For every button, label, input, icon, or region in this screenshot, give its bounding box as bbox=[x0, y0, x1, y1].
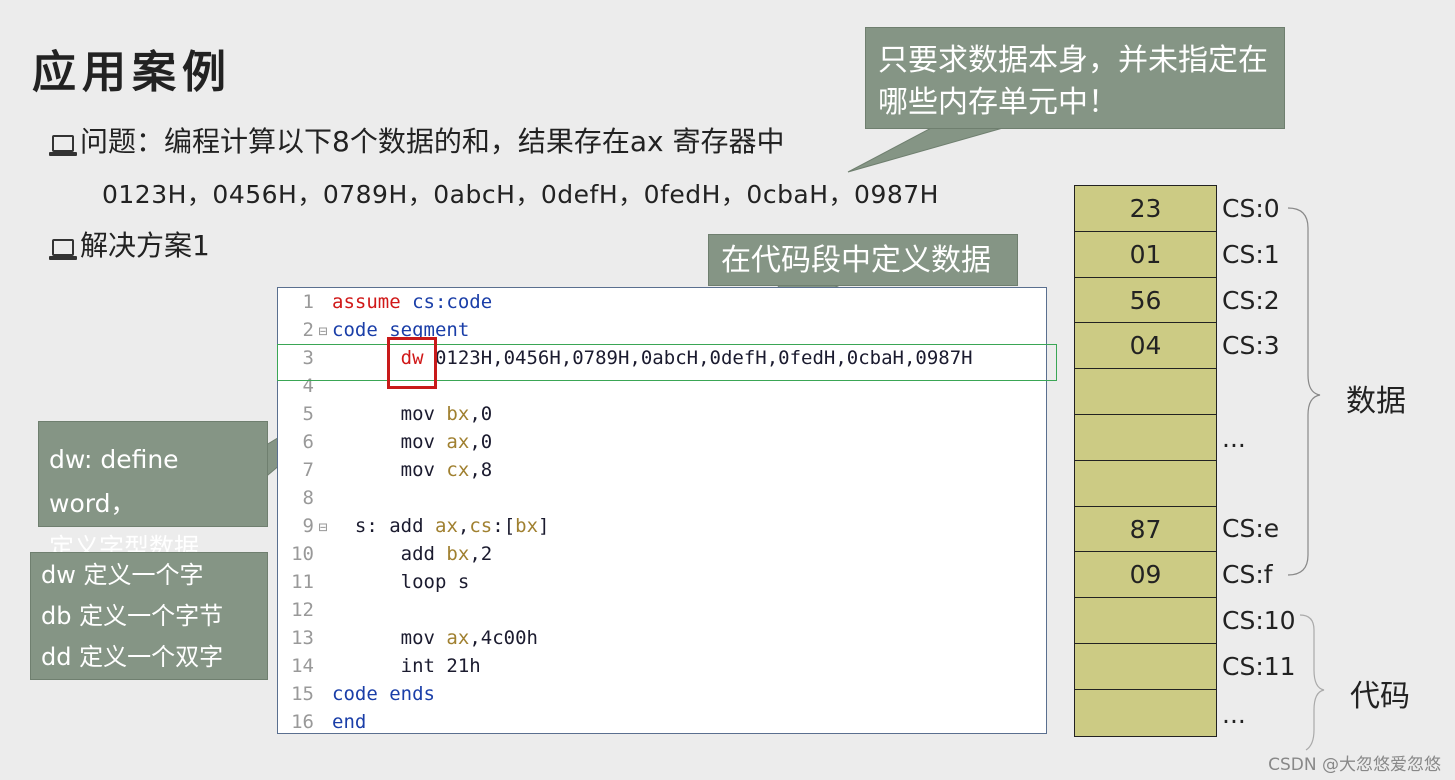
fold-toggle-icon[interactable]: ⊟ bbox=[314, 513, 332, 541]
callout-top-line1: 只要求数据本身，并未指定在 bbox=[878, 43, 1268, 78]
memory-address: CS:f bbox=[1222, 560, 1273, 589]
memory-address: CS:3 bbox=[1222, 331, 1280, 360]
memory-cell bbox=[1075, 414, 1216, 461]
code-line-11: 11 loop s bbox=[291, 571, 470, 593]
code-line-16: 16 end bbox=[291, 711, 367, 733]
callout-left-line1: dw: define word， bbox=[49, 445, 179, 518]
memory-address: CS:0 bbox=[1222, 194, 1280, 223]
code-line-1: 1 assume cs:code bbox=[302, 291, 493, 313]
memory-address: CS:1 bbox=[1222, 240, 1280, 269]
top-callout-pointer bbox=[847, 125, 1011, 173]
callout-top: 只要求数据本身，并未指定在 哪些内存单元中！ bbox=[865, 27, 1285, 129]
code-line-5: 5 mov bx,0 bbox=[302, 403, 493, 425]
def-dd: dd 定义一个双字 bbox=[41, 643, 224, 671]
code-line-9: 9 ⊟ s: add ax,cs:[bx] bbox=[278, 512, 1046, 540]
code-brace-icon bbox=[1299, 614, 1325, 751]
code-line-10: 10 add bx,2 bbox=[291, 543, 493, 565]
memory-cell: 56 bbox=[1075, 277, 1216, 324]
memory-cell: 01 bbox=[1075, 231, 1216, 278]
memory-cell bbox=[1075, 369, 1216, 415]
memory-address: ... bbox=[1222, 424, 1246, 453]
memory-address: CS:e bbox=[1222, 514, 1280, 543]
memory-cell bbox=[1075, 689, 1216, 736]
data-brace-icon bbox=[1287, 207, 1321, 576]
code-line-6: 6 mov ax,0 bbox=[302, 431, 493, 453]
callout-middle: 在代码段中定义数据 bbox=[708, 234, 1018, 286]
memory-cell: 04 bbox=[1075, 323, 1216, 370]
watermark: CSDN @大忽悠爱忽悠 bbox=[1268, 755, 1441, 775]
memory-cell: 23 bbox=[1075, 186, 1216, 232]
code-label: 代码 bbox=[1350, 679, 1410, 714]
code-line-13: 13 mov ax,4c00h bbox=[291, 627, 538, 649]
memory-table: 23 01 56 04 87 09 bbox=[1074, 185, 1217, 737]
memory-cell: 87 bbox=[1075, 506, 1216, 553]
def-dw: dw 定义一个字 bbox=[41, 561, 204, 589]
code-line-14: 14 int 21h bbox=[291, 655, 481, 677]
callout-definitions: dw 定义一个字 db 定义一个字节 dd 定义一个双字 bbox=[30, 552, 268, 680]
memory-cell: 09 bbox=[1075, 552, 1216, 599]
code-line-15: 15 code ends bbox=[291, 683, 435, 705]
memory-address: CS:2 bbox=[1222, 286, 1280, 315]
def-db: db 定义一个字节 bbox=[41, 602, 224, 630]
memory-cell bbox=[1075, 598, 1216, 644]
code-line-8: 8 bbox=[302, 487, 314, 509]
memory-address: ... bbox=[1222, 700, 1246, 729]
fold-toggle-icon[interactable]: ⊟ bbox=[314, 317, 332, 345]
memory-cell bbox=[1075, 460, 1216, 507]
callout-top-line2: 哪些内存单元中！ bbox=[878, 85, 1118, 120]
code-line-7: 7 mov cx,8 bbox=[302, 459, 493, 481]
memory-cell bbox=[1075, 643, 1216, 690]
callout-left: dw: define word， 定义字型数据 bbox=[38, 421, 268, 562]
data-label: 数据 bbox=[1346, 384, 1406, 419]
code-line-12: 12 bbox=[291, 599, 314, 621]
brace-lines bbox=[1287, 207, 1325, 751]
dw-highlight-box bbox=[387, 337, 437, 389]
